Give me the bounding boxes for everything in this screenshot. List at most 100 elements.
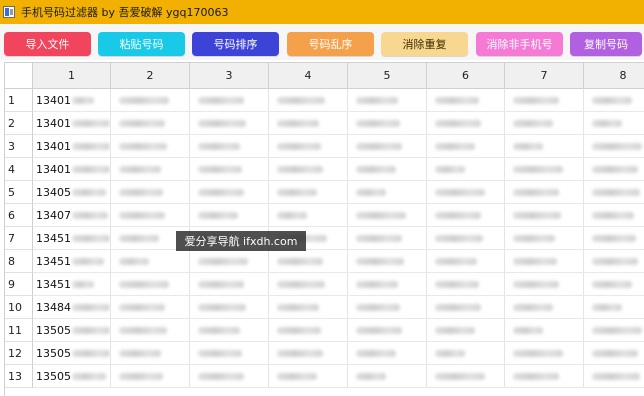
grid-cell[interactable] xyxy=(427,273,505,296)
remove-duplicates-button[interactable]: 消除重复 xyxy=(381,32,468,56)
grid-cell[interactable] xyxy=(269,296,348,319)
grid-cell[interactable] xyxy=(505,342,584,365)
copy-numbers-button[interactable]: 复制号码 xyxy=(570,32,642,56)
row-header-1[interactable]: 1 xyxy=(5,89,33,112)
row-header-4[interactable]: 4 xyxy=(5,158,33,181)
grid-cell[interactable] xyxy=(348,204,427,227)
grid-cell[interactable] xyxy=(348,158,427,181)
grid-cell[interactable] xyxy=(427,181,505,204)
grid-cell[interactable] xyxy=(584,89,644,112)
grid-cell[interactable]: 13401 xyxy=(33,158,111,181)
grid-cell[interactable] xyxy=(190,250,269,273)
column-header-8[interactable]: 8 xyxy=(584,63,644,89)
grid-cell[interactable] xyxy=(505,181,584,204)
grid-cell[interactable] xyxy=(584,135,644,158)
grid-cell[interactable]: 13484 xyxy=(33,296,111,319)
grid-cell[interactable] xyxy=(505,273,584,296)
grid-cell[interactable] xyxy=(584,250,644,273)
grid-cell[interactable]: 13505 xyxy=(33,342,111,365)
row-header-2[interactable]: 2 xyxy=(5,112,33,135)
column-header-6[interactable]: 6 xyxy=(427,63,505,89)
grid-cell[interactable] xyxy=(348,181,427,204)
row-header-5[interactable]: 5 xyxy=(5,181,33,204)
grid-cell[interactable]: 13505 xyxy=(33,365,111,388)
grid-cell[interactable] xyxy=(584,365,644,388)
grid-cell[interactable] xyxy=(584,319,644,342)
grid-cell[interactable] xyxy=(269,204,348,227)
column-header-5[interactable]: 5 xyxy=(348,63,427,89)
grid-cell[interactable] xyxy=(190,365,269,388)
grid-cell[interactable] xyxy=(111,158,190,181)
row-header-12[interactable]: 12 xyxy=(5,342,33,365)
column-header-1[interactable]: 1 xyxy=(33,63,111,89)
grid-cell[interactable] xyxy=(348,250,427,273)
grid-cell[interactable] xyxy=(584,296,644,319)
grid-cell[interactable] xyxy=(111,296,190,319)
grid-cell[interactable] xyxy=(190,296,269,319)
grid-cell[interactable] xyxy=(190,204,269,227)
grid-cell[interactable] xyxy=(505,89,584,112)
grid-cell[interactable] xyxy=(505,204,584,227)
number-grid[interactable]: 1 2 3 4 5 6 7 8 1 13401 2 13401 3 13401 4 13401 5 13405 6 1… xyxy=(4,62,644,396)
grid-cell[interactable] xyxy=(584,158,644,181)
grid-cell[interactable] xyxy=(505,112,584,135)
grid-cell[interactable] xyxy=(584,204,644,227)
grid-cell[interactable] xyxy=(190,181,269,204)
grid-cell[interactable]: 13451 xyxy=(33,250,111,273)
paste-numbers-button[interactable]: 粘贴号码 xyxy=(98,32,185,56)
grid-cell[interactable] xyxy=(111,319,190,342)
remove-non-mobile-button[interactable]: 消除非手机号 xyxy=(476,32,563,56)
grid-cell[interactable] xyxy=(269,181,348,204)
row-header-3[interactable]: 3 xyxy=(5,135,33,158)
grid-cell[interactable] xyxy=(269,342,348,365)
column-header-2[interactable]: 2 xyxy=(111,63,190,89)
grid-cell[interactable] xyxy=(111,273,190,296)
sort-numbers-button[interactable]: 号码排序 xyxy=(192,32,279,56)
grid-cell[interactable] xyxy=(269,273,348,296)
grid-cell[interactable] xyxy=(427,89,505,112)
grid-cell[interactable] xyxy=(190,319,269,342)
grid-cell[interactable] xyxy=(111,181,190,204)
grid-cell[interactable] xyxy=(505,158,584,181)
grid-cell[interactable] xyxy=(111,135,190,158)
grid-cell[interactable] xyxy=(505,365,584,388)
grid-cell[interactable] xyxy=(427,204,505,227)
grid-cell[interactable] xyxy=(269,112,348,135)
grid-cell[interactable] xyxy=(427,296,505,319)
grid-cell[interactable] xyxy=(269,250,348,273)
grid-cell[interactable] xyxy=(584,227,644,250)
column-header-4[interactable]: 4 xyxy=(269,63,348,89)
grid-cell[interactable] xyxy=(111,112,190,135)
grid-cell[interactable] xyxy=(584,112,644,135)
grid-cell[interactable] xyxy=(348,273,427,296)
grid-cell[interactable] xyxy=(269,365,348,388)
grid-cell[interactable] xyxy=(427,319,505,342)
grid-cell[interactable] xyxy=(111,365,190,388)
row-header-13[interactable]: 13 xyxy=(5,365,33,388)
grid-cell[interactable]: 13401 xyxy=(33,89,111,112)
grid-cell[interactable] xyxy=(111,342,190,365)
grid-cell[interactable] xyxy=(584,181,644,204)
grid-cell[interactable] xyxy=(111,204,190,227)
column-header-3[interactable]: 3 xyxy=(190,63,269,89)
grid-cell[interactable] xyxy=(190,112,269,135)
grid-cell[interactable] xyxy=(505,296,584,319)
row-header-9[interactable]: 9 xyxy=(5,273,33,296)
grid-cell[interactable] xyxy=(348,227,427,250)
grid-cell[interactable] xyxy=(111,250,190,273)
shuffle-numbers-button[interactable]: 号码乱序 xyxy=(287,32,374,56)
grid-cell[interactable] xyxy=(269,319,348,342)
grid-cell[interactable]: 13451 xyxy=(33,227,111,250)
grid-cell[interactable] xyxy=(111,89,190,112)
grid-cell[interactable] xyxy=(348,342,427,365)
grid-cell[interactable] xyxy=(348,89,427,112)
grid-cell[interactable]: 13451 xyxy=(33,273,111,296)
grid-cell[interactable] xyxy=(348,112,427,135)
row-header-7[interactable]: 7 xyxy=(5,227,33,250)
grid-cell[interactable] xyxy=(505,319,584,342)
grid-cell[interactable] xyxy=(427,365,505,388)
grid-cell[interactable] xyxy=(427,250,505,273)
grid-cell[interactable] xyxy=(190,135,269,158)
grid-cell[interactable] xyxy=(269,158,348,181)
grid-cell[interactable] xyxy=(427,135,505,158)
